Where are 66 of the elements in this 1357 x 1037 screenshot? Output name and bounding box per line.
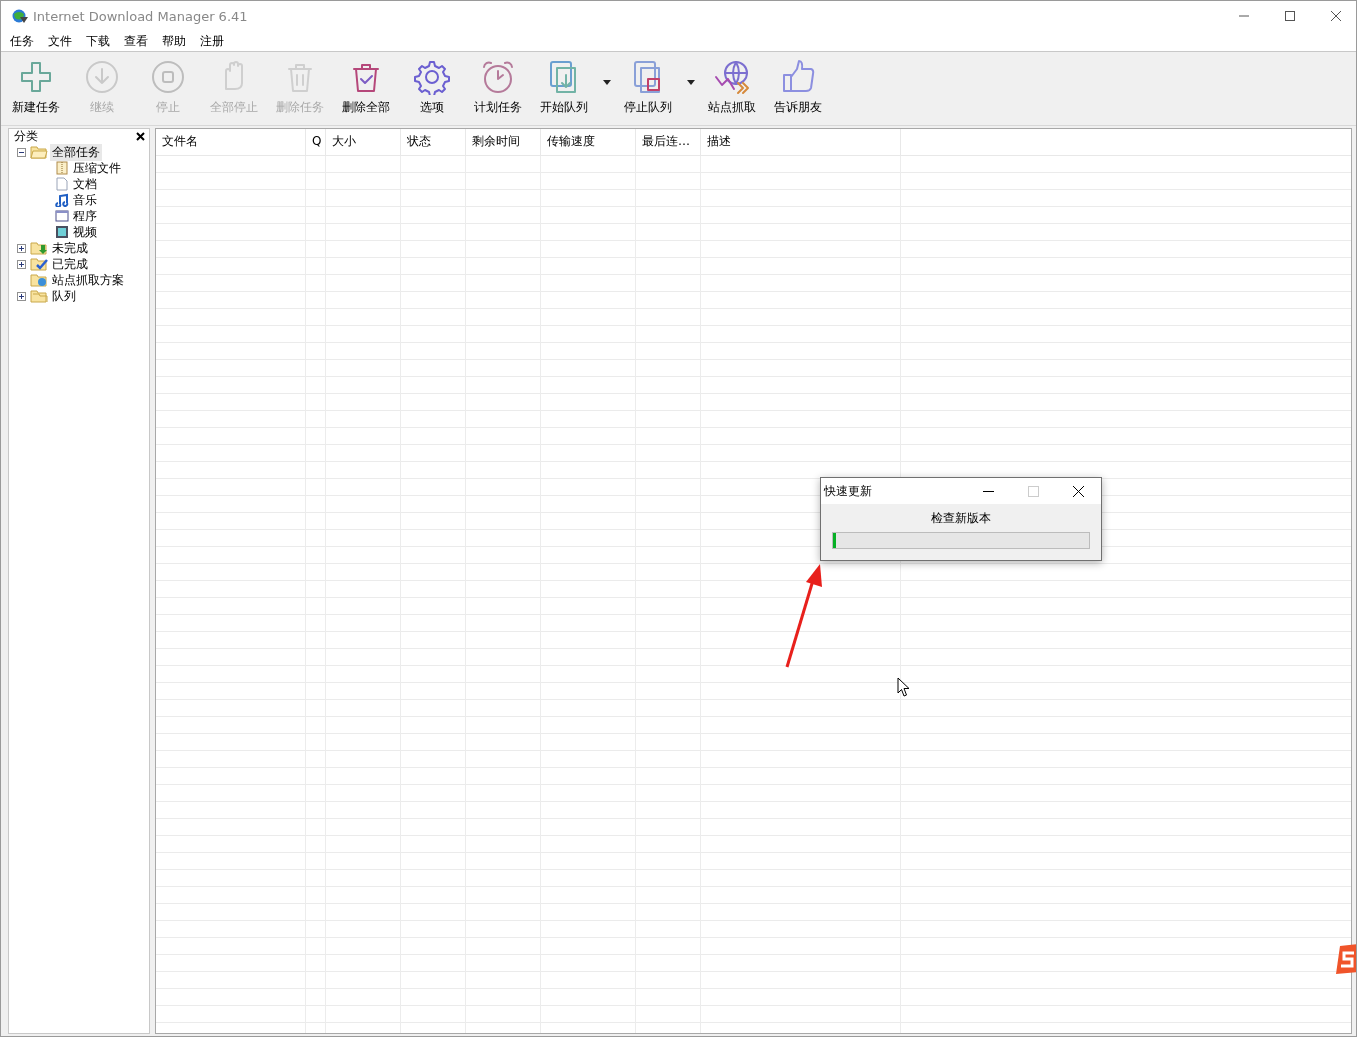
close-icon[interactable] xyxy=(1073,485,1084,497)
mouse-cursor-icon xyxy=(897,677,910,697)
tree-item[interactable]: 站点抓取方案 xyxy=(50,271,126,289)
menu-item[interactable]: 文件 xyxy=(48,32,72,50)
toolbar-button[interactable]: 新建任务 xyxy=(3,52,69,118)
ime-logo-icon[interactable] xyxy=(1334,944,1356,974)
music-file-icon xyxy=(55,193,69,207)
column-header[interactable]: 剩余时间 xyxy=(466,129,541,155)
menu-item[interactable]: 下载 xyxy=(86,32,110,50)
complete-folder-icon xyxy=(30,257,48,271)
alarm-clock-icon xyxy=(480,59,516,95)
status-message: 检查新版本 xyxy=(931,510,991,527)
globe-arrows-icon xyxy=(714,59,750,95)
toolbar-button[interactable]: 停止队列 xyxy=(615,52,699,118)
window-title: Internet Download Manager 6.41 xyxy=(33,8,248,24)
column-header[interactable]: Q xyxy=(306,129,326,155)
dropdown-caret-icon[interactable] xyxy=(687,80,695,85)
tree-item[interactable]: 音乐 xyxy=(71,191,99,209)
column-header[interactable]: 状态 xyxy=(401,129,466,155)
maximize-icon xyxy=(1028,485,1039,497)
thumbs-up-icon xyxy=(780,59,816,95)
expander-icon[interactable] xyxy=(17,147,26,157)
dialog-title: 快速更新 xyxy=(824,482,872,500)
expander-icon[interactable] xyxy=(17,259,26,269)
close-icon[interactable] xyxy=(1330,10,1342,22)
archive-file-icon xyxy=(55,161,69,175)
program-file-icon xyxy=(55,209,69,223)
settings-icon xyxy=(414,59,450,95)
maximize-icon[interactable] xyxy=(1284,10,1296,22)
dropdown-caret-icon[interactable] xyxy=(603,80,611,85)
video-file-icon xyxy=(55,225,69,239)
incomplete-folder-icon xyxy=(30,241,48,255)
stop-icon xyxy=(150,59,186,95)
menu-item[interactable]: 查看 xyxy=(124,32,148,50)
column-header[interactable]: 文件名 xyxy=(156,129,306,155)
tree-item[interactable]: 视频 xyxy=(71,223,99,241)
globe-logo-icon xyxy=(11,8,29,24)
tree-item[interactable]: 已完成 xyxy=(50,255,90,273)
toolbar-button[interactable]: 告诉朋友 xyxy=(765,52,831,118)
queues-folder-icon xyxy=(30,289,48,303)
panel-title: 分类 xyxy=(14,128,38,145)
column-header[interactable]: 传输速度 xyxy=(541,129,636,155)
menu-item[interactable]: 注册 xyxy=(200,32,224,50)
folder-open-folder-icon xyxy=(30,145,48,159)
tree-item[interactable]: 未完成 xyxy=(50,239,90,257)
column-header[interactable]: 大小 xyxy=(326,129,401,155)
toolbar-button[interactable]: 选项 xyxy=(399,52,465,118)
column-header[interactable]: 最后连… xyxy=(636,129,701,155)
column-header[interactable]: 描述 xyxy=(701,129,901,155)
tree-item[interactable]: 全部任务 xyxy=(50,143,102,161)
toolbar-button[interactable]: 站点抓取 xyxy=(699,52,765,118)
expander-icon[interactable] xyxy=(17,291,26,301)
tree-item[interactable]: 队列 xyxy=(50,287,78,305)
menu-item[interactable]: 任务 xyxy=(10,32,34,50)
grabber-folder-icon xyxy=(30,273,48,287)
plus-icon xyxy=(18,59,54,95)
expander-icon[interactable] xyxy=(17,243,26,253)
tree-item[interactable]: 程序 xyxy=(71,207,99,225)
menu-item[interactable]: 帮助 xyxy=(162,32,186,50)
close-icon[interactable] xyxy=(136,132,145,141)
document-file-icon xyxy=(55,177,69,191)
toolbar-button[interactable]: 计划任务 xyxy=(465,52,531,118)
toolbar-button[interactable]: 删除全部 xyxy=(333,52,399,118)
tree-item[interactable]: 压缩文件 xyxy=(71,159,123,177)
toolbar-button[interactable]: 开始队列 xyxy=(531,52,615,118)
tree-item[interactable]: 文档 xyxy=(71,175,99,193)
